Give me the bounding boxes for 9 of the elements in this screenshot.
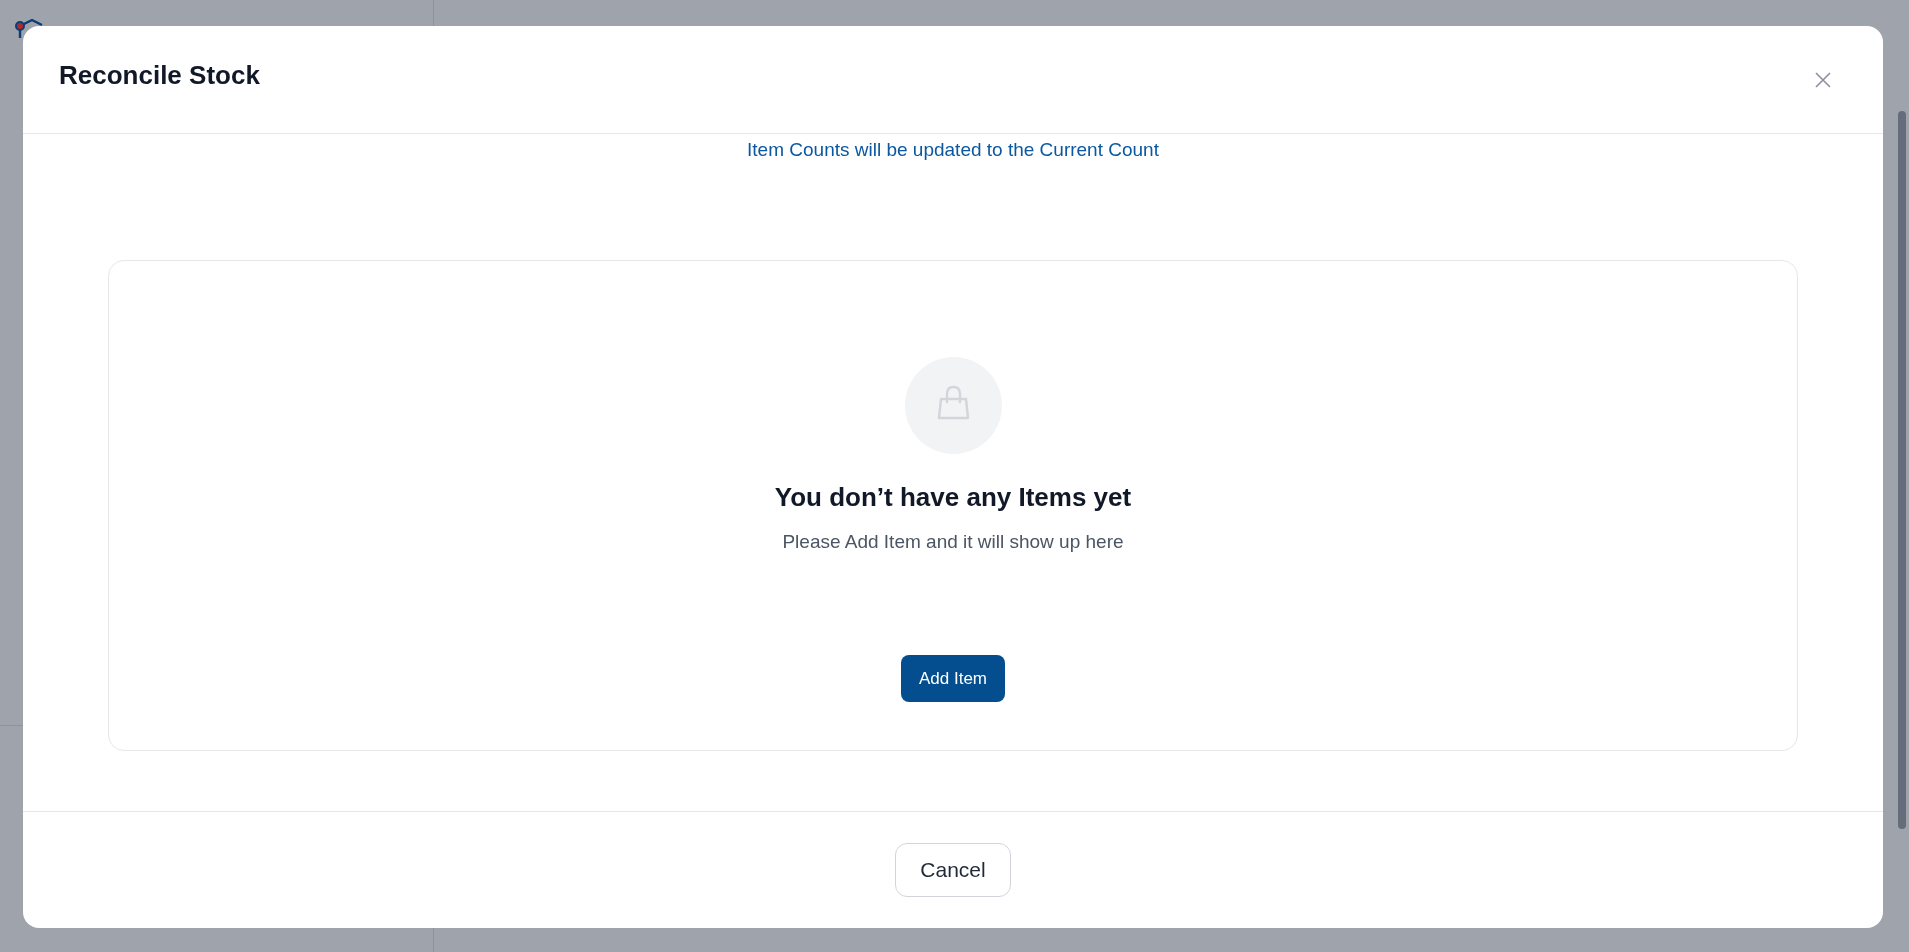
logo-icon [14,18,44,40]
empty-state-title: You don’t have any Items yet [774,481,1132,513]
dialog-title: Reconcile Stock [59,59,260,91]
empty-state-message: Please Add Item and it will show up here [782,530,1124,554]
cancel-button[interactable]: Cancel [895,843,1011,897]
close-icon [1815,72,1831,88]
info-notice: Item Counts will be updated to the Current Count [747,138,1159,162]
add-item-button[interactable]: Add Item [900,655,1005,702]
shopping-bag-icon [904,357,1002,454]
